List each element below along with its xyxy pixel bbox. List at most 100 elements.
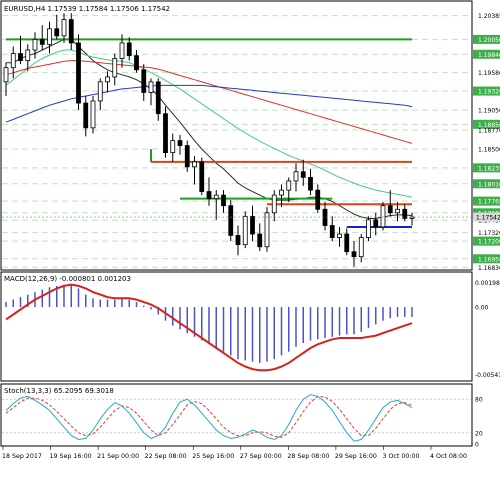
candle-body — [76, 42, 81, 104]
price-tick-label: 1.17765 — [478, 199, 500, 206]
candle-body — [119, 42, 125, 59]
price-tick-label: 1.20050 — [478, 37, 500, 44]
candle-body — [206, 191, 212, 200]
candlestick — [380, 202, 386, 231]
candle-body — [387, 205, 393, 214]
time-tick-label: 18 Sep 2017 — [2, 453, 42, 460]
candle-body — [39, 38, 45, 45]
candle-body — [235, 235, 241, 246]
candle-body — [155, 81, 161, 115]
price-tick-label: 1.17320 — [478, 230, 500, 237]
macd-tick-label: 0.00 — [475, 305, 489, 312]
candle-body — [264, 212, 270, 248]
candle-body — [242, 215, 248, 246]
candle-body — [358, 237, 364, 258]
candle-body — [134, 55, 139, 71]
candle-body — [279, 189, 284, 196]
price-tick-label: 1.19840 — [478, 52, 500, 59]
time-tick-label: 4 Oct 08:00 — [430, 453, 467, 460]
macd-tick-label: 0.001981 — [475, 280, 500, 287]
price-pane-title: EURUSD,H4 1.17539 1.17584 1.17506 1.1754… — [4, 5, 170, 13]
current-price-label: 1.17542 — [476, 215, 500, 222]
time-tick-label: 22 Sep 08:00 — [145, 453, 187, 460]
candle-body — [90, 100, 96, 129]
candle-body — [395, 208, 400, 214]
candlestick — [184, 140, 190, 172]
time-tick-label: 27 Sep 00:00 — [240, 453, 282, 460]
candle-body — [32, 38, 38, 51]
candle-body — [228, 205, 234, 236]
candle-body — [221, 194, 226, 207]
trading-chart: 1.20385 1.20050 1.19840 1.19580 1.19320 1.190… — [0, 0, 500, 490]
candle-body — [126, 42, 132, 57]
candlestick — [228, 200, 234, 242]
stoch-tick-label: 0 — [475, 442, 479, 449]
candle-body — [300, 171, 306, 178]
candle-body — [83, 102, 89, 129]
candle-body — [257, 233, 263, 248]
price-tick-label: 1.18235 — [478, 165, 500, 172]
candle-body — [329, 225, 335, 238]
price-tick-label: 1.18010 — [478, 181, 500, 188]
candle-body — [213, 194, 219, 200]
macd-tick-label: -0.005419 — [475, 372, 500, 379]
candlestick — [76, 34, 81, 111]
candle-body — [199, 161, 205, 192]
candle-body — [61, 19, 67, 37]
macd-pane-title: MACD(12,26,9) -0.000801 0.001203 — [4, 275, 131, 283]
candle-body — [54, 28, 60, 37]
candle-body — [286, 180, 292, 191]
price-tick-label: 1.18770 — [478, 127, 500, 134]
stoch-tick-label: 80 — [475, 397, 483, 404]
candle-body — [293, 171, 299, 182]
candle-body — [25, 49, 31, 62]
candle-body — [366, 219, 371, 238]
candle-body — [112, 58, 118, 78]
time-tick-label: 21 Sep 00:00 — [97, 453, 139, 460]
stoch-pane-title: Stoch(13,3,3) 65.2095 69.3018 — [4, 387, 114, 395]
time-tick-label: 3 Oct 00:00 — [382, 453, 419, 460]
candle-body — [250, 215, 255, 235]
candle-body — [192, 161, 197, 168]
candlestick — [163, 106, 168, 158]
candle-body — [68, 19, 74, 44]
candle-body — [373, 219, 379, 228]
candle-body — [148, 81, 154, 93]
candle-body — [344, 233, 350, 253]
time-tick-label: 28 Sep 08:00 — [287, 453, 329, 460]
candle-body — [351, 251, 357, 258]
candlestick — [90, 96, 96, 134]
candle-body — [3, 67, 9, 83]
price-tick-label: 1.19320 — [478, 89, 500, 96]
candle-body — [163, 113, 168, 154]
candle-body — [170, 140, 176, 154]
candle-body — [105, 76, 110, 83]
candle-body — [315, 189, 321, 210]
candlestick — [264, 207, 270, 252]
candle-body — [47, 28, 52, 45]
time-tick-label: 19 Sep 16:00 — [50, 453, 92, 460]
candlestick — [199, 157, 205, 196]
candle-body — [18, 53, 23, 62]
price-tick-label: 1.19580 — [478, 70, 500, 77]
time-tick-label: 29 Sep 16:00 — [335, 453, 377, 460]
candle-body — [177, 140, 183, 146]
stoch-tick-label: 20 — [475, 430, 483, 437]
candle-body — [10, 53, 16, 69]
candle-body — [380, 205, 386, 228]
time-tick-label: 25 Sep 16:00 — [192, 453, 234, 460]
price-tick-label: 1.19050 — [478, 108, 500, 115]
candle-body — [337, 233, 342, 238]
candle-body — [308, 177, 313, 191]
candle-body — [322, 208, 328, 226]
price-tick-label: 1.18500 — [478, 147, 500, 154]
candle-body — [141, 69, 147, 93]
candlestick — [366, 216, 371, 242]
candle-body — [97, 81, 103, 102]
price-tick-label: 1.16950 — [478, 256, 500, 263]
candle-body — [271, 194, 277, 214]
price-tick-label: 1.17200 — [478, 239, 500, 246]
candle-body — [184, 145, 190, 168]
price-tick-label: 1.20385 — [478, 13, 500, 20]
price-tick-label: 1.16830 — [478, 265, 500, 272]
